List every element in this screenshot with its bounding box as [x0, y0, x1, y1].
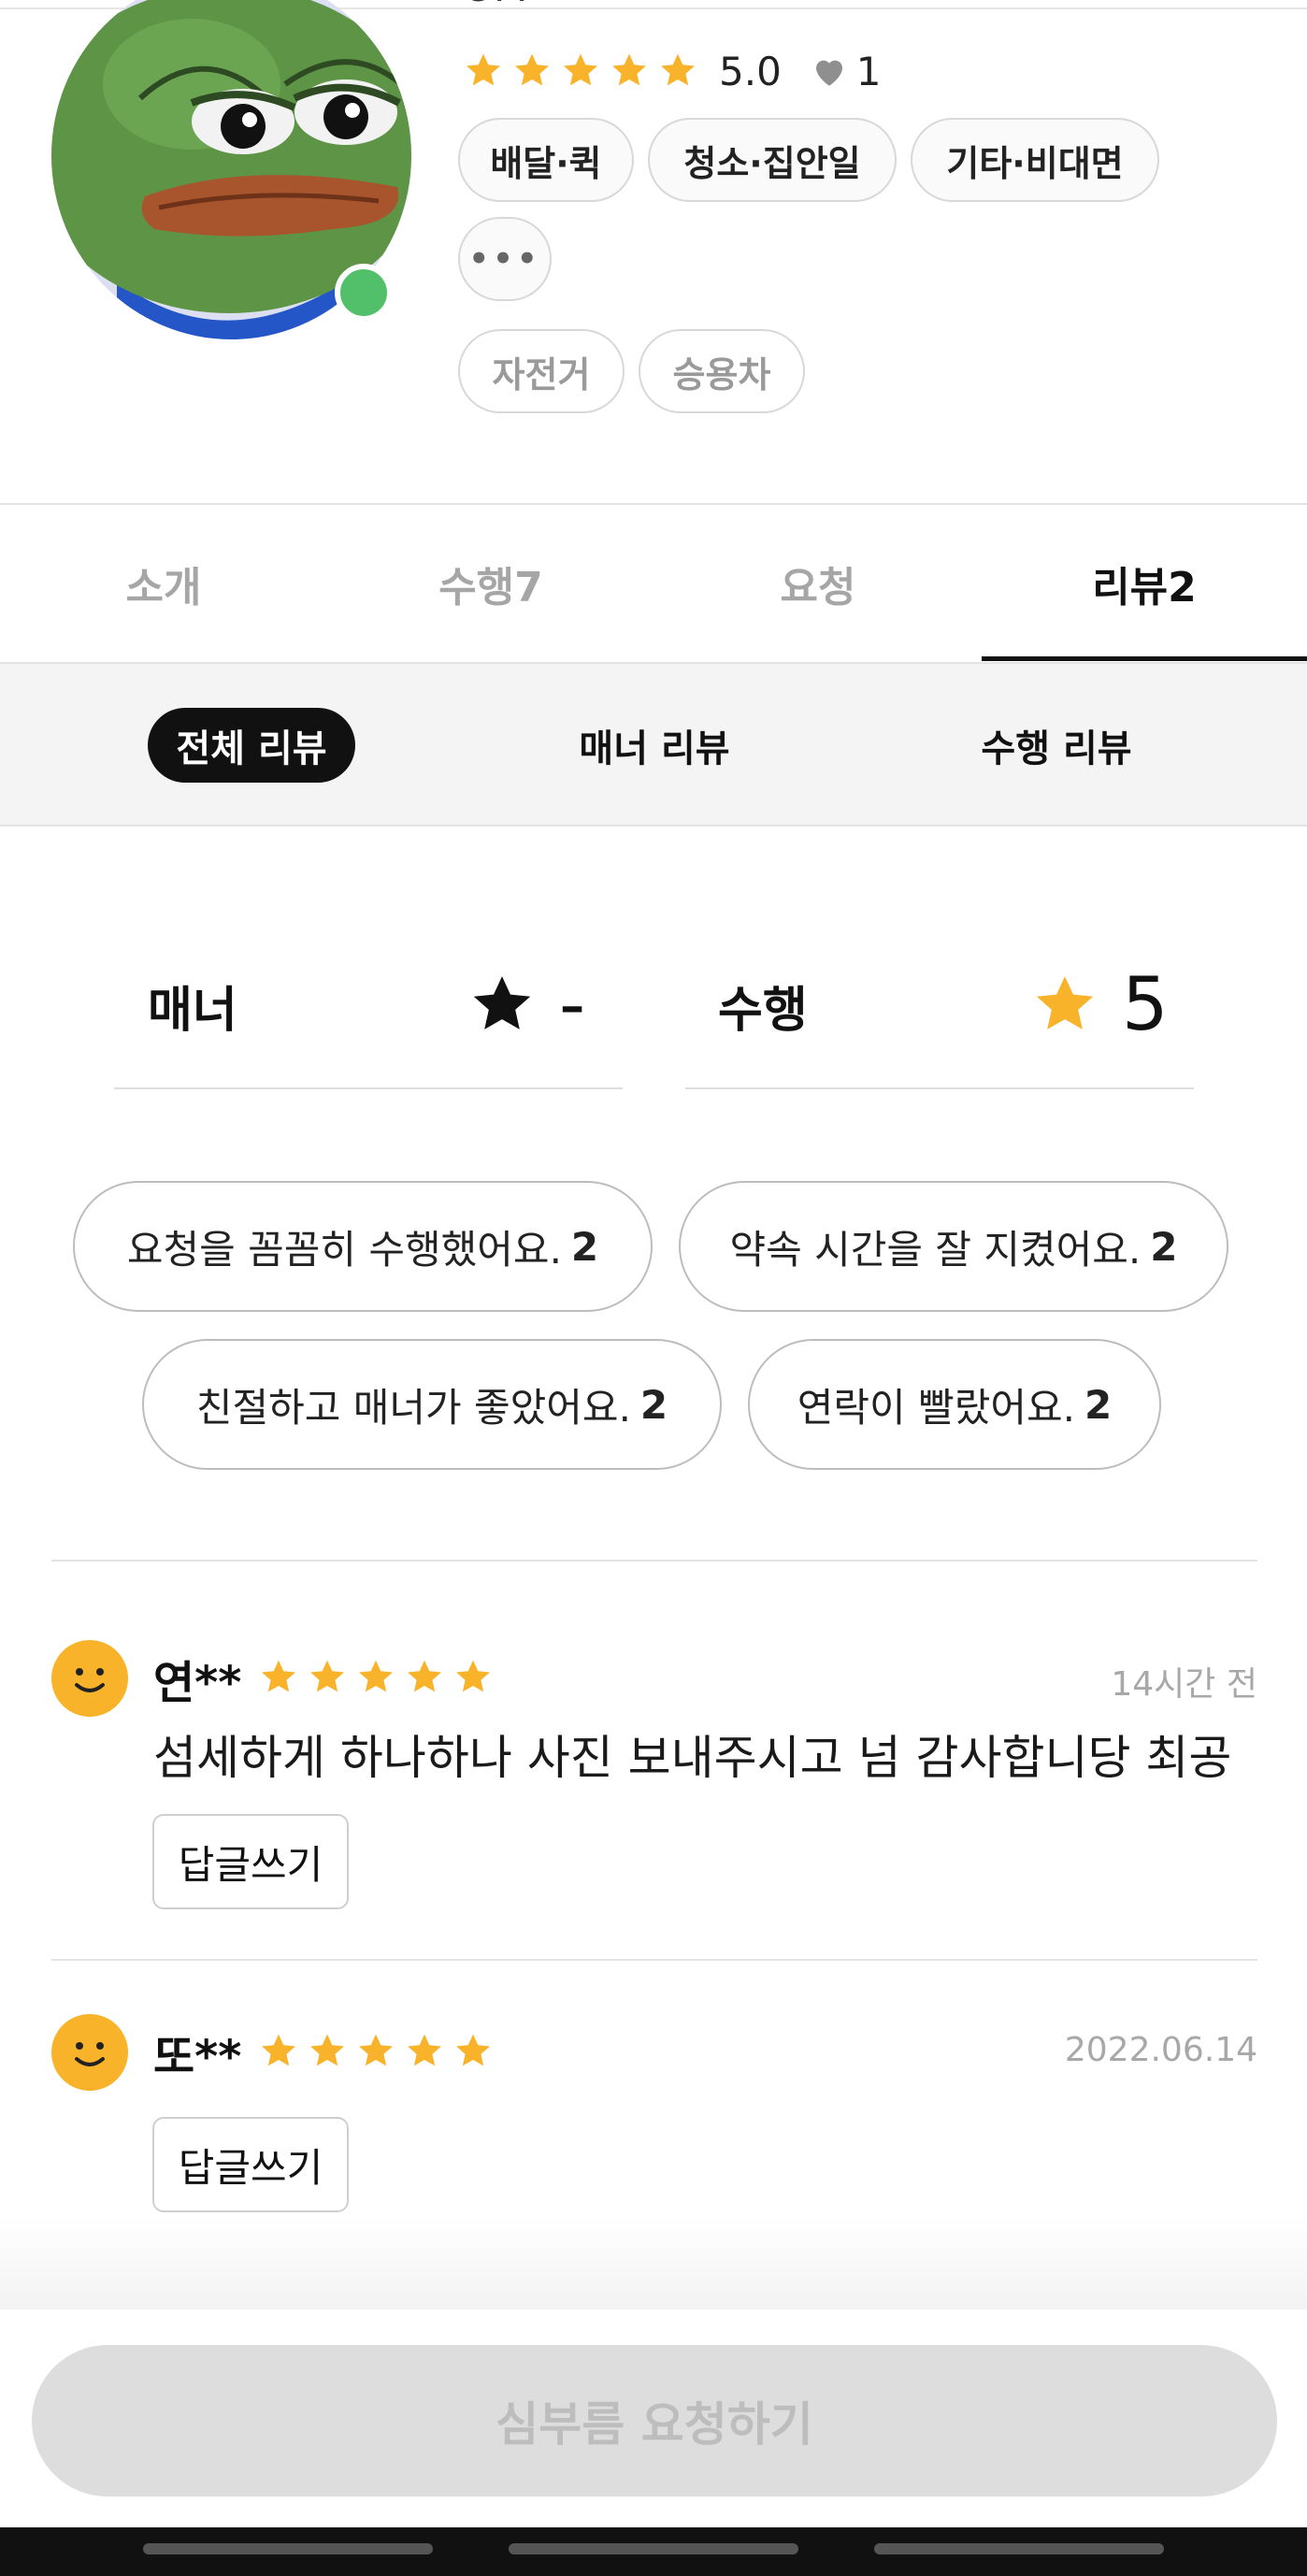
keyword-text: 약속 시간을 잘 지켰어요. — [729, 1226, 1142, 1273]
perform-score-value: 5 — [1122, 963, 1169, 1047]
perform-score-underline — [685, 1087, 1194, 1089]
star-icon — [262, 2034, 295, 2066]
review-date: 14시간 전 — [1111, 1665, 1257, 1704]
tab-intro[interactable]: 소개 — [0, 505, 327, 662]
smiley-avatar-icon — [51, 1640, 128, 1717]
category-chip[interactable]: 기타·비대면 — [911, 118, 1159, 202]
vehicle-chip: 자전거 — [458, 329, 625, 413]
keyword-chip: 친절하고 매너가 좋았어요. 2 — [142, 1339, 722, 1470]
star-icon — [262, 1660, 295, 1692]
star-icon — [564, 53, 597, 86]
keyword-chip: 연락이 빨랐어요. 2 — [748, 1339, 1161, 1470]
keyword-chip: 요청을 꼼꼼히 수행했어요. 2 — [73, 1181, 653, 1312]
star-icon — [408, 2034, 441, 2066]
star-icon — [612, 53, 646, 86]
star-icon — [661, 53, 695, 86]
like-count: 1 — [855, 48, 882, 94]
vehicle-chip: 승용차 — [639, 329, 805, 413]
filter-perform-reviews[interactable]: 수행 리뷰 — [944, 708, 1169, 783]
tab-reviews[interactable]: 리뷰2 — [982, 505, 1307, 662]
profile-rating-row: 5.0 1 — [463, 43, 882, 99]
star-icon — [1036, 976, 1094, 1029]
rating-value: 5.0 — [719, 48, 782, 94]
review-stars — [258, 1657, 494, 1698]
smiley-avatar-icon — [51, 2014, 128, 2091]
star-icon — [310, 2034, 344, 2066]
keyword-count: 2 — [570, 1223, 599, 1270]
review-text: 섬세하게 하나하나 사진 보내주시고 넘 감사합니당 최공 — [153, 1731, 1232, 1785]
review-divider — [51, 1959, 1257, 1961]
profile-name: OM — [463, 0, 527, 10]
manner-score-value: - — [559, 963, 586, 1047]
nav-recents-handle[interactable] — [874, 2543, 1164, 2554]
keyword-chip: 약속 시간을 잘 지켰어요. 2 — [679, 1181, 1228, 1312]
reviewer-name: 또** — [153, 2031, 242, 2083]
star-icon — [515, 53, 549, 86]
star-icon — [456, 1660, 490, 1692]
active-tab-indicator — [982, 656, 1307, 661]
request-errand-button[interactable]: 심부름 요청하기 — [32, 2345, 1277, 2497]
star-icon — [456, 2034, 490, 2066]
tab-requests[interactable]: 요청 — [654, 505, 982, 662]
scroll-fade — [0, 2216, 1307, 2310]
keyword-text: 요청을 꼼꼼히 수행했어요. — [126, 1226, 562, 1273]
perform-score-label: 수행 — [718, 982, 808, 1039]
keyword-count: 2 — [639, 1381, 668, 1428]
keyword-text: 친절하고 매너가 좋았어요. — [195, 1384, 631, 1431]
keyword-text: 연락이 빨랐어요. — [797, 1384, 1075, 1431]
reply-button[interactable]: 답글쓰기 — [152, 2117, 349, 2212]
filter-manner-reviews[interactable]: 매너 리뷰 — [542, 708, 767, 783]
more-categories-button[interactable]: ••• — [458, 217, 552, 301]
online-status-indicator — [335, 264, 393, 322]
star-icon — [359, 1660, 393, 1692]
tab-performed[interactable]: 수행7 — [327, 505, 654, 662]
reply-button[interactable]: 답글쓰기 — [152, 1814, 349, 1909]
heart-icon[interactable] — [810, 51, 849, 91]
reviewer-name: 연** — [153, 1657, 242, 1709]
manner-score-label: 매너 — [148, 982, 237, 1039]
category-chip[interactable]: 청소·집안일 — [648, 118, 897, 202]
category-chip[interactable]: 배달·퀵 — [458, 118, 634, 202]
section-divider — [51, 1560, 1257, 1561]
star-icon — [359, 2034, 393, 2066]
keyword-count: 2 — [1150, 1223, 1178, 1270]
manner-score-underline — [114, 1087, 623, 1089]
star-icon — [408, 1660, 441, 1692]
filter-divider — [0, 825, 1307, 827]
star-icon — [473, 976, 531, 1029]
nav-home-handle[interactable] — [509, 2543, 798, 2554]
nav-back-handle[interactable] — [143, 2543, 433, 2554]
filter-all-reviews[interactable]: 전체 리뷰 — [148, 708, 355, 783]
star-icon — [310, 1660, 344, 1692]
star-icon — [467, 53, 500, 86]
keyword-count: 2 — [1084, 1381, 1113, 1428]
review-date: 2022.06.14 — [1064, 2031, 1257, 2069]
review-stars — [258, 2031, 494, 2072]
